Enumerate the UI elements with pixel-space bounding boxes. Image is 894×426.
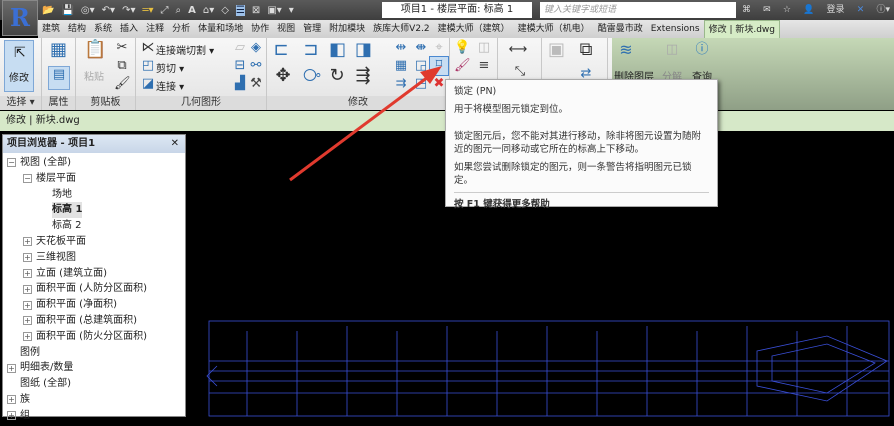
arrow-line	[289, 72, 433, 182]
annotation-arrow	[289, 66, 442, 182]
application-menu-button[interactable]: R	[2, 0, 38, 36]
